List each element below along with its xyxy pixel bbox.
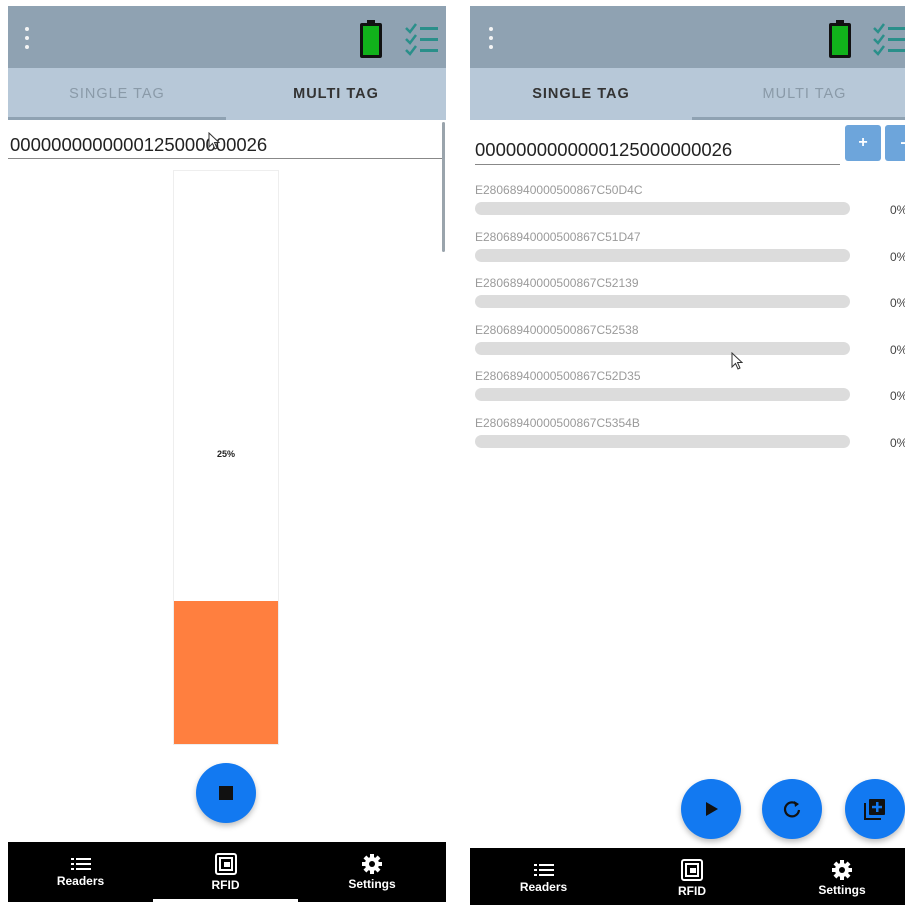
tag-epc: E28068940000500867C51D47 (475, 229, 641, 244)
tab-single-tag[interactable]: SINGLE TAG (8, 68, 226, 120)
tab-multi-tag[interactable]: MULTI TAG (692, 68, 905, 120)
list-icon (70, 857, 91, 870)
stop-button[interactable] (196, 763, 256, 823)
tag-progress-bar (475, 295, 850, 308)
tag-epc: E28068940000500867C52D35 (475, 369, 641, 383)
tag-percent: 0% (890, 296, 905, 310)
nav-readers[interactable]: Readers (8, 842, 153, 902)
tag-percent: 0% (890, 203, 905, 217)
more-vert-icon[interactable] (20, 27, 34, 49)
tag-progress-bar (475, 248, 850, 262)
tag-id-underline (475, 164, 840, 165)
tab-single-tag[interactable]: SINGLE TAG (470, 68, 692, 120)
tag-id-underline (8, 158, 444, 159)
list-icon (533, 863, 554, 876)
bottom-nav: Readers RFID Settings (8, 842, 446, 902)
cursor-icon (208, 132, 220, 150)
nav-settings[interactable]: Settings (298, 842, 446, 902)
nav-readers-label: Readers (56, 873, 105, 888)
tag-percent: 0% (890, 342, 905, 357)
tag-row[interactable]: E28068940000500867C52139 (475, 276, 850, 308)
start-button[interactable] (681, 779, 741, 839)
nav-settings-label: Settings (818, 882, 866, 897)
app-bar (8, 6, 446, 68)
more-vert-icon[interactable] (484, 27, 498, 49)
rfid-icon (681, 858, 703, 881)
nav-rfid[interactable]: RFID (617, 848, 767, 905)
tag-row[interactable]: E28068940000500867C50D4C (475, 183, 850, 215)
add-tag-label: + (858, 134, 868, 151)
tag-progress-bar (475, 202, 850, 215)
tag-percent: 0% (890, 249, 905, 264)
tab-bar: SINGLE TAG MULTI TAG (470, 68, 905, 120)
refresh-icon (783, 801, 801, 818)
nav-rfid-label: RFID (211, 877, 240, 892)
add-to-list-button[interactable] (845, 779, 905, 839)
tab-multi-tag-label: MULTI TAG (293, 86, 379, 102)
add-to-list-icon (864, 799, 885, 820)
nav-active-indicator (153, 899, 298, 902)
nav-settings[interactable]: Settings (767, 848, 905, 905)
nav-readers-label: Readers (519, 879, 568, 894)
rfid-icon (214, 852, 237, 875)
gear-icon (362, 853, 382, 874)
bottom-nav: Readers RFID Settings (470, 848, 905, 905)
tab-indicator (692, 117, 905, 120)
tab-multi-tag-label: MULTI TAG (762, 86, 847, 102)
tag-percent: 0% (890, 389, 905, 403)
gear-icon (832, 859, 852, 880)
tag-epc: E28068940000500867C5354B (475, 415, 640, 430)
tag-progress-bar (475, 341, 850, 355)
checklist-icon[interactable] (872, 22, 905, 56)
scrollbar[interactable] (442, 122, 445, 252)
nav-readers[interactable]: Readers (470, 848, 617, 905)
refresh-button[interactable] (762, 779, 822, 839)
tab-bar: SINGLE TAG MULTI TAG (8, 68, 446, 120)
nav-rfid-label: RFID (678, 883, 706, 898)
tab-indicator (8, 117, 226, 120)
tag-epc: E28068940000500867C52538 (475, 322, 639, 337)
app-bar (470, 6, 905, 68)
tag-id-field[interactable]: 0000000000000125000000026 (10, 134, 267, 156)
tab-single-tag-label: SINGLE TAG (69, 86, 165, 102)
signal-meter: 25% (173, 170, 279, 745)
tag-progress-bar (475, 434, 850, 448)
nav-settings-label: Settings (348, 876, 396, 891)
remove-tag-label: - (900, 134, 905, 152)
nav-rfid[interactable]: RFID (153, 842, 298, 902)
tab-multi-tag[interactable]: MULTI TAG (226, 68, 446, 120)
tag-progress-bar (475, 388, 850, 401)
tag-percent: 0% (890, 435, 905, 450)
tab-single-tag-label: SINGLE TAG (532, 86, 630, 102)
tag-row[interactable]: E28068940000500867C52538 (475, 323, 850, 355)
checklist-icon[interactable] (404, 22, 440, 56)
signal-meter-label: 25% (216, 449, 235, 459)
single-tag-screen: SINGLE TAG MULTI TAG 0000000000000125000… (8, 0, 446, 905)
tag-row[interactable]: E28068940000500867C51D47 (475, 230, 850, 262)
battery-icon (829, 20, 851, 58)
tag-epc: E28068940000500867C50D4C (475, 183, 643, 197)
tag-epc: E28068940000500867C52139 (475, 276, 639, 290)
signal-meter-fill (174, 600, 278, 744)
cursor-icon (731, 352, 743, 370)
multi-tag-screen: SINGLE TAG MULTI TAG 0000000000000125000… (470, 0, 905, 905)
remove-tag-button[interactable]: - (885, 125, 905, 161)
battery-icon (360, 20, 382, 58)
tag-row[interactable]: E28068940000500867C5354B (475, 416, 850, 448)
tag-row[interactable]: E28068940000500867C52D35 (475, 369, 850, 401)
tag-id-field[interactable]: 0000000000000125000000026 (475, 139, 732, 161)
play-icon (706, 802, 718, 816)
add-tag-button[interactable]: + (845, 125, 881, 161)
stop-icon (219, 786, 233, 800)
